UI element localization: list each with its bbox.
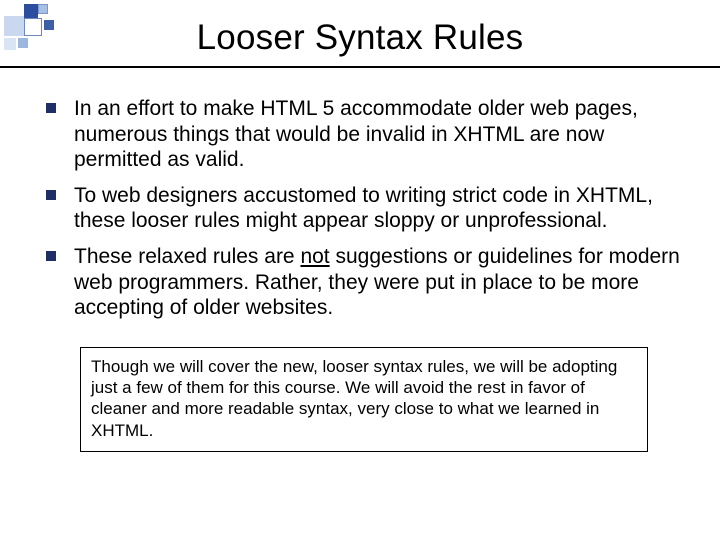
bullet-text: These relaxed rules are bbox=[74, 245, 300, 268]
note-text: Though we will cover the new, looser syn… bbox=[91, 357, 617, 440]
bullet-text-underlined: not bbox=[300, 245, 329, 268]
slide-title: Looser Syntax Rules bbox=[0, 0, 720, 58]
bullet-item: To web designers accustomed to writing s… bbox=[36, 183, 684, 234]
slide-content: In an effort to make HTML 5 accommodate … bbox=[0, 68, 720, 452]
bullet-text: In an effort to make HTML 5 accommodate … bbox=[74, 97, 638, 171]
note-box: Though we will cover the new, looser syn… bbox=[80, 347, 648, 452]
bullet-text: To web designers accustomed to writing s… bbox=[74, 184, 653, 233]
slide: Looser Syntax Rules In an effort to make… bbox=[0, 0, 720, 540]
bullet-item: These relaxed rules are not suggestions … bbox=[36, 244, 684, 321]
corner-decoration bbox=[4, 4, 84, 58]
bullet-list: In an effort to make HTML 5 accommodate … bbox=[36, 96, 684, 321]
bullet-item: In an effort to make HTML 5 accommodate … bbox=[36, 96, 684, 173]
